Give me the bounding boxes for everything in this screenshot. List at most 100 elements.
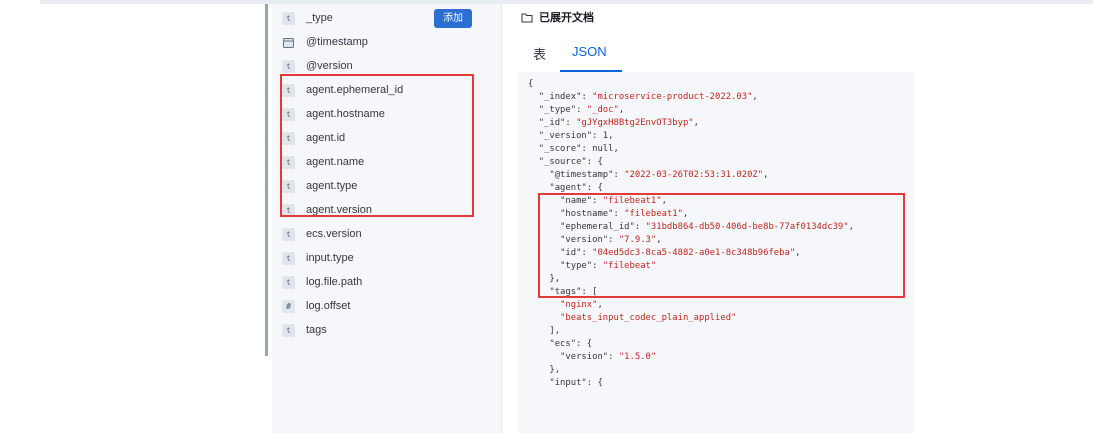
json-punctuation: ,: [752, 92, 758, 102]
add-field-button[interactable]: 添加: [434, 9, 472, 28]
json-punctuation: :: [576, 105, 587, 115]
string-type-icon: t: [282, 203, 295, 217]
tab-json[interactable]: JSON: [572, 44, 607, 59]
field-name: agent.version: [306, 204, 373, 216]
field-name: agent.ephemeral_id: [306, 84, 404, 96]
json-punctuation: :: [634, 222, 646, 232]
json-line: "type": "filebeat": [528, 260, 656, 272]
string-type-icon: t: [282, 251, 295, 265]
json-punctuation: [528, 105, 539, 115]
json-punctuation: [528, 235, 560, 245]
json-punctuation: [528, 352, 560, 362]
field-name: agent.name: [306, 156, 365, 168]
json-punctuation: [528, 378, 549, 388]
field-name: _type: [306, 12, 333, 24]
json-line: "nginx",: [528, 299, 603, 311]
field-name: input.type: [306, 252, 354, 264]
json-key: "_score": [538, 144, 582, 154]
json-key: "_source": [538, 157, 587, 167]
json-line: "version": "1.5.0": [528, 351, 656, 363]
json-string-value: "beats_input_codec_plain_applied": [560, 313, 737, 323]
json-punctuation: : {: [586, 183, 603, 193]
json-punctuation: ,: [795, 248, 801, 258]
json-punctuation: [528, 92, 539, 102]
json-punctuation: :: [608, 352, 619, 362]
json-line: "version": "7.9.3",: [528, 234, 662, 246]
json-punctuation: },: [528, 365, 561, 375]
field-item[interactable]: t agent.hostname: [282, 104, 492, 124]
calendar-icon: [282, 36, 295, 49]
json-key: "version": [560, 352, 609, 362]
json-punctuation: ,: [597, 300, 603, 310]
json-line: },: [528, 364, 560, 376]
json-punctuation: ,: [848, 222, 854, 232]
field-name: @timestamp: [306, 36, 368, 48]
json-code-block: { "_index": "microservice-product-2022.0…: [518, 72, 914, 433]
field-item[interactable]: t log.file.path: [282, 272, 492, 292]
field-name: tags: [306, 324, 327, 336]
tab-table[interactable]: 表: [533, 44, 546, 63]
json-punctuation: : null,: [581, 144, 619, 154]
json-punctuation: : {: [586, 157, 603, 167]
json-key: "tags": [549, 287, 582, 297]
json-punctuation: : [: [581, 287, 598, 297]
json-line: "beats_input_codec_plain_applied": [528, 312, 736, 324]
json-punctuation: :: [565, 118, 577, 128]
json-line: "_type": "_doc",: [528, 104, 625, 116]
json-punctuation: [528, 196, 560, 206]
json-string-value: "7.9.3": [618, 235, 657, 245]
scrollbar[interactable]: [265, 4, 268, 356]
json-line: {: [528, 78, 533, 90]
field-item[interactable]: t input.type: [282, 248, 492, 268]
field-item[interactable]: t agent.ephemeral_id: [282, 80, 492, 100]
field-item[interactable]: @timestamp: [282, 32, 492, 52]
json-key: "id": [560, 248, 582, 258]
json-punctuation: ],: [528, 326, 561, 336]
json-line: "tags": [: [528, 286, 597, 298]
field-item[interactable]: t agent.name: [282, 152, 492, 172]
json-key: "@timestamp": [549, 170, 614, 180]
json-line: "@timestamp": "2022-03-26T02:53:31.020Z"…: [528, 169, 768, 181]
json-punctuation: },: [528, 274, 561, 284]
json-key: "name": [560, 196, 593, 206]
string-type-icon: t: [282, 275, 295, 289]
field-item[interactable]: t @version: [282, 56, 492, 76]
json-punctuation: [528, 157, 539, 167]
json-line: "agent": {: [528, 182, 603, 194]
field-name: log.offset: [306, 300, 351, 312]
field-item[interactable]: t agent.type: [282, 176, 492, 196]
json-punctuation: [528, 144, 539, 154]
string-type-icon: t: [282, 179, 295, 193]
json-punctuation: [528, 300, 560, 310]
json-punctuation: : {: [576, 339, 593, 349]
json-punctuation: {: [528, 79, 534, 89]
json-key: "ephemeral_id": [560, 222, 635, 232]
field-name: agent.hostname: [306, 108, 385, 120]
json-line: "ephemeral_id": "31bdb864-db50-406d-be8b…: [528, 221, 854, 233]
json-line: ],: [528, 325, 560, 337]
field-name: @version: [306, 60, 353, 72]
field-item[interactable]: t agent.version: [282, 200, 492, 220]
field-item[interactable]: t tags: [282, 320, 492, 340]
json-line: "hostname": "filebeat1",: [528, 208, 688, 220]
string-type-icon: t: [282, 227, 295, 241]
field-item[interactable]: t agent.id: [282, 128, 492, 148]
field-item[interactable]: # log.offset: [282, 296, 492, 316]
json-line: "input": {: [528, 377, 602, 389]
json-line: "name": "filebeat1",: [528, 195, 667, 207]
field-list-panel: t _type @timestamp t @version t agent.ephemera…: [272, 4, 502, 433]
json-punctuation: ,: [661, 196, 667, 206]
json-line: "_source": {: [528, 156, 603, 168]
json-punctuation: [528, 313, 560, 323]
json-punctuation: :: [592, 261, 603, 271]
json-string-value: "microservice-product-2022.03": [592, 92, 753, 102]
json-punctuation: [528, 287, 549, 297]
json-line: "_id": "gJYgxH8Btg2EnvOT3byp",: [528, 117, 699, 129]
json-punctuation: ,: [618, 105, 625, 115]
field-name: agent.id: [306, 132, 346, 144]
json-key: "type": [560, 261, 593, 271]
json-punctuation: :: [613, 170, 625, 180]
json-line: "id": "04ed5dc3-8ca5-4882-a0e1-8c348b96f…: [528, 247, 801, 259]
field-item[interactable]: t ecs.version: [282, 224, 492, 244]
field-name: log.file.path: [306, 276, 363, 288]
